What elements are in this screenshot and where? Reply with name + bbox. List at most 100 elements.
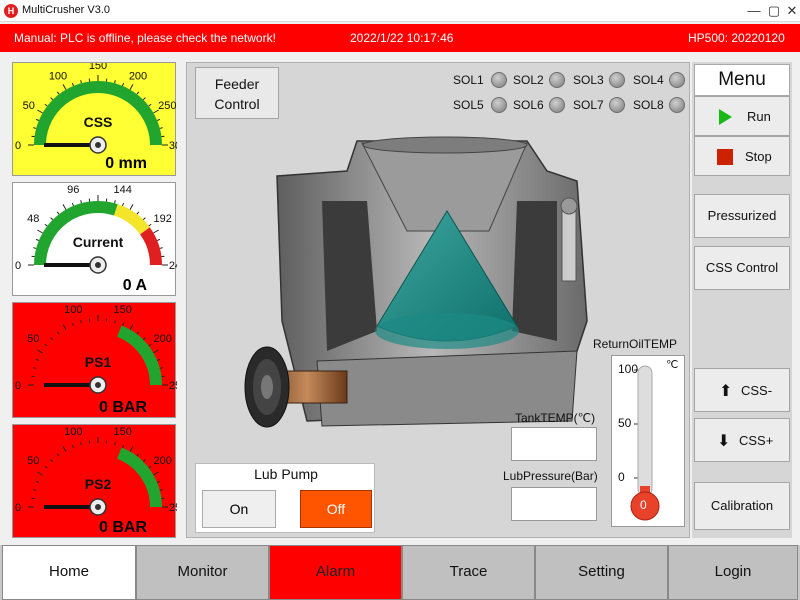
side-menu: Menu Run Stop Pressurized CSS Control ⬆ … <box>692 62 792 538</box>
tab-setting[interactable]: Setting <box>535 545 668 600</box>
tab-monitor[interactable]: Monitor <box>136 545 269 600</box>
current-tick-label: 192 <box>154 213 172 225</box>
current-tick-label: 144 <box>114 184 132 196</box>
css-gauge-label: CSS <box>84 114 113 130</box>
current-gauge: 0 48 96 144 192 240 Current 0 A <box>12 182 177 296</box>
lub-pump-panel: Lub Pump On Off <box>195 463 375 533</box>
crusher-panel: Feeder Control SOL1 SOL2 SOL3 SOL4 SOL5 … <box>186 62 690 538</box>
css-control-button[interactable]: CSS Control <box>694 246 790 290</box>
ps1-gauge-label: PS1 <box>85 354 112 370</box>
window-title: MultiCrusher V3.0 <box>22 4 111 16</box>
sol6-indicator-icon <box>549 97 565 113</box>
lub-pressure-value <box>511 487 597 521</box>
current-tick-label: 240 <box>169 260 177 272</box>
current-tick-label: 0 <box>15 260 21 272</box>
sol7-label: SOL7 <box>573 98 604 112</box>
ps2-tick-label: 50 <box>27 455 39 467</box>
ps1-tick-label: 150 <box>114 304 132 316</box>
ps1-tick-label: 200 <box>154 333 172 345</box>
lub-pump-on-button[interactable]: On <box>202 490 276 528</box>
arrow-up-icon: ⬆ <box>719 383 733 400</box>
current-gauge-label: Current <box>73 234 124 250</box>
tab-login[interactable]: Login <box>668 545 798 600</box>
arrow-down-icon: ⬇ <box>717 433 731 450</box>
css-plus-button[interactable]: ⬇ CSS+ <box>694 418 790 462</box>
sol4-label: SOL4 <box>633 73 664 87</box>
title-bar: H MultiCrusher V3.0 — ▢ ✕ <box>0 0 800 22</box>
css-plus-label: CSS+ <box>739 433 774 448</box>
sol4-indicator-icon <box>669 72 685 88</box>
ps1-tick-label: 250 <box>169 380 177 392</box>
status-bar: Manual: PLC is offline, please check the… <box>0 24 800 52</box>
status-datetime: 2022/1/22 10:17:46 <box>350 31 454 45</box>
status-message: Manual: PLC is offline, please check the… <box>14 31 276 45</box>
tab-home[interactable]: Home <box>2 545 136 600</box>
sol8-indicator-icon <box>669 97 685 113</box>
css-dial: 0 50 100 150 200 250 300 CSS <box>15 63 177 154</box>
sol3-label: SOL3 <box>573 73 604 87</box>
css-tick-label: 50 <box>23 100 35 112</box>
css-minus-button[interactable]: ⬆ CSS- <box>694 368 790 412</box>
thermo-value: 0 <box>640 498 647 512</box>
stop-button[interactable]: Stop <box>694 136 790 176</box>
ps1-tick-label: 50 <box>27 333 39 345</box>
sol2-label: SOL2 <box>513 73 544 87</box>
sol7-indicator-icon <box>609 97 625 113</box>
tab-alarm[interactable]: Alarm <box>269 545 402 600</box>
return-oil-thermometer: 100 50 0 ℃ 0 <box>611 355 685 527</box>
sol5-label: SOL5 <box>453 98 484 112</box>
thermometer-icon <box>630 365 660 521</box>
minimize-button[interactable]: — <box>744 2 764 20</box>
ps1-gauge: 0 50 100 150 200 250 PS1 0 BAR <box>12 302 177 418</box>
stop-icon <box>717 149 733 165</box>
sol1-label: SOL1 <box>453 73 484 87</box>
sol3-indicator-icon <box>609 72 625 88</box>
css-tick-label: 300 <box>169 140 177 152</box>
return-oil-temp-label: ReturnOilTEMP <box>593 337 678 351</box>
current-tick-label: 48 <box>27 213 39 225</box>
cone-crusher-illustration <box>244 136 588 428</box>
ps2-dial: 0 50 100 150 200 250 PS2 <box>15 426 177 516</box>
ps1-dial: 0 50 100 150 200 250 PS1 <box>15 304 177 394</box>
feeder-control-label-1: Feeder <box>214 76 260 92</box>
ps2-tick-label: 100 <box>64 426 82 438</box>
ps2-tick-label: 150 <box>114 426 132 438</box>
tank-temp-value <box>511 427 597 461</box>
lub-pump-title: Lub Pump <box>254 466 318 482</box>
app-logo-icon: H <box>4 4 18 18</box>
close-button[interactable]: ✕ <box>782 2 800 20</box>
play-icon <box>719 109 732 125</box>
feeder-control-label-2: Control <box>214 96 260 112</box>
sol6-label: SOL6 <box>513 98 544 112</box>
ps1-tick-label: 100 <box>64 304 82 316</box>
tab-trace[interactable]: Trace <box>402 545 535 600</box>
lub-pressure-label: LubPressure(Bar) <box>503 469 598 483</box>
css-tick-label: 200 <box>129 71 147 83</box>
tank-temp-label: TankTEMP(℃) <box>515 411 596 425</box>
stop-label: Stop <box>745 149 772 164</box>
maximize-button[interactable]: ▢ <box>764 2 784 20</box>
ps1-readout: 0 BAR <box>98 399 147 416</box>
status-model: HP500: 20220120 <box>688 31 785 45</box>
css-readout: 0 mm <box>105 155 147 172</box>
css-tick-label: 0 <box>15 140 21 152</box>
ps1-tick-label: 0 <box>15 380 21 392</box>
css-tick-label: 150 <box>89 63 107 72</box>
run-label: Run <box>747 109 771 124</box>
css-tick-label: 250 <box>158 100 176 112</box>
calibration-button[interactable]: Calibration <box>694 482 790 530</box>
menu-title: Menu <box>694 64 790 96</box>
current-dial: 0 48 96 144 192 240 Current <box>15 184 177 274</box>
sol2-indicator-icon <box>549 72 565 88</box>
sol5-indicator-icon <box>491 97 507 113</box>
pressurized-button[interactable]: Pressurized <box>694 194 790 238</box>
run-button[interactable]: Run <box>694 96 790 136</box>
css-tick-label: 100 <box>49 71 67 83</box>
bottom-nav: Home Monitor Alarm Trace Setting Login <box>0 545 800 600</box>
css-gauge: 0 50 100 150 200 250 300 CSS 0 mm <box>12 62 177 176</box>
lub-pump-off-button[interactable]: Off <box>300 490 372 528</box>
ps2-gauge-label: PS2 <box>85 476 112 492</box>
css-minus-label: CSS- <box>741 383 773 398</box>
feeder-control-button[interactable]: Feeder Control <box>195 67 279 119</box>
ps2-tick-label: 250 <box>169 502 177 514</box>
